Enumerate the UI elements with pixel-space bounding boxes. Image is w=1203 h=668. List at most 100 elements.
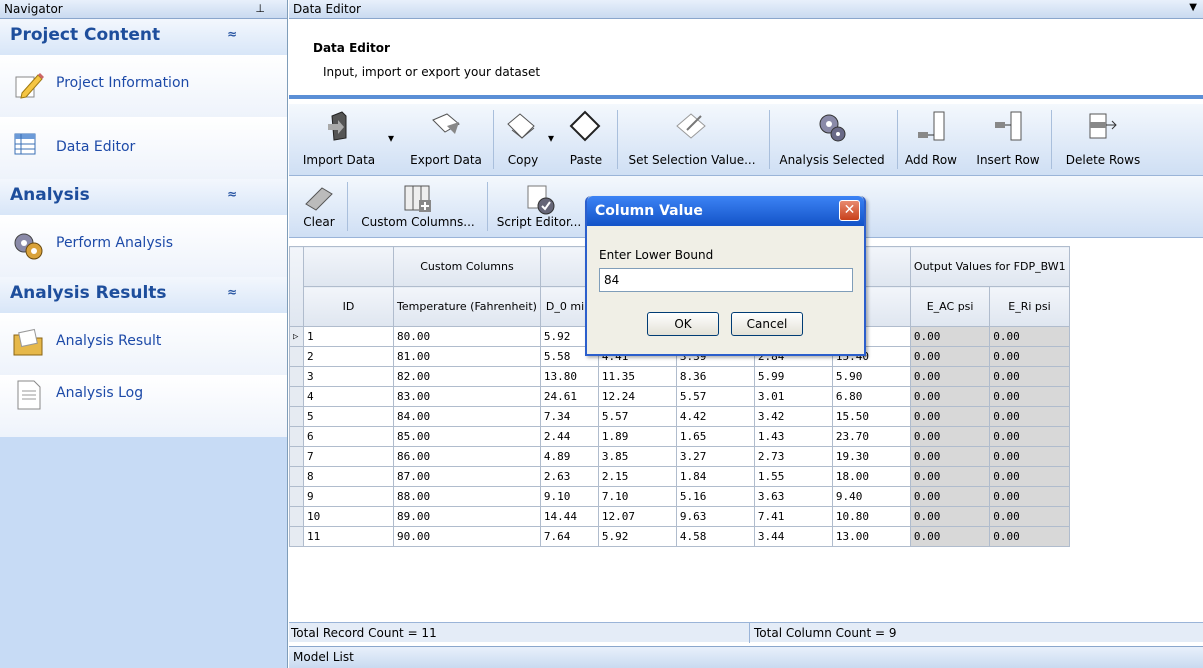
- table-cell[interactable]: 7.64: [539, 526, 599, 547]
- table-cell[interactable]: 1: [303, 326, 394, 347]
- table-cell[interactable]: 80.00: [393, 326, 541, 347]
- copy-button[interactable]: Copy: [497, 104, 549, 175]
- pin-icon[interactable]: ⊥: [255, 2, 265, 15]
- chevron-down-icon[interactable]: ▼: [1189, 2, 1197, 13]
- table-cell[interactable]: 18.00: [831, 466, 911, 487]
- table-cell[interactable]: 90.00: [393, 526, 541, 547]
- nav-item-data-editor[interactable]: Data Editor: [0, 117, 287, 179]
- table-cell[interactable]: 5.92: [597, 526, 677, 547]
- table-cell[interactable]: 0.00: [909, 346, 991, 367]
- row-selector[interactable]: [289, 406, 304, 427]
- table-cell[interactable]: 5.90: [831, 366, 911, 387]
- table-cell[interactable]: 88.00: [393, 486, 541, 507]
- table-row[interactable]: 8 87.00 2.63 2.15 1.84 1.55 18.00 0.00 0.00: [289, 466, 1070, 487]
- table-cell[interactable]: 6.80: [831, 386, 911, 407]
- table-cell[interactable]: 0.00: [909, 426, 991, 447]
- ok-button[interactable]: OK: [647, 312, 719, 336]
- table-cell[interactable]: 3.42: [753, 406, 833, 427]
- grid-column-header[interactable]: Temperature (Fahrenheit): [393, 286, 541, 327]
- table-cell[interactable]: 0.00: [989, 486, 1070, 507]
- table-cell[interactable]: 5.57: [675, 386, 755, 407]
- import-dropdown-arrow[interactable]: ▾: [381, 104, 401, 175]
- lower-bound-input[interactable]: [599, 268, 853, 292]
- table-cell[interactable]: 15.50: [831, 406, 911, 427]
- table-cell[interactable]: 7: [303, 446, 394, 467]
- table-cell[interactable]: 0.00: [909, 406, 991, 427]
- table-cell[interactable]: 19.30: [831, 446, 911, 467]
- table-cell[interactable]: 0.00: [909, 386, 991, 407]
- table-row[interactable]: 10 89.00 14.44 12.07 9.63 7.41 10.80 0.00 0.00: [289, 506, 1070, 527]
- row-selector[interactable]: [289, 346, 304, 367]
- row-selector[interactable]: ▷: [289, 326, 304, 347]
- nav-item-analysis-log[interactable]: Analysis Log: [0, 375, 287, 437]
- table-cell[interactable]: 0.00: [989, 506, 1070, 527]
- table-row[interactable]: 6 85.00 2.44 1.89 1.65 1.43 23.70 0.00 0.00: [289, 426, 1070, 447]
- copy-dropdown-arrow[interactable]: ▾: [543, 104, 559, 175]
- table-cell[interactable]: 2.15: [597, 466, 677, 487]
- table-cell[interactable]: 82.00: [393, 366, 541, 387]
- delete-rows-button[interactable]: Delete Rows: [1055, 104, 1151, 175]
- table-row[interactable]: 7 86.00 4.89 3.85 3.27 2.73 19.30 0.00 0.00: [289, 446, 1070, 467]
- table-cell[interactable]: 1.89: [597, 426, 677, 447]
- table-cell[interactable]: 12.24: [597, 386, 677, 407]
- table-cell[interactable]: 0.00: [909, 326, 991, 347]
- table-cell[interactable]: 86.00: [393, 446, 541, 467]
- table-cell[interactable]: 24.61: [539, 386, 599, 407]
- table-cell[interactable]: 89.00: [393, 506, 541, 527]
- table-cell[interactable]: 6: [303, 426, 394, 447]
- row-selector[interactable]: [289, 366, 304, 387]
- grid-column-header[interactable]: E_AC psi: [909, 286, 991, 327]
- table-cell[interactable]: 5.16: [675, 486, 755, 507]
- table-cell[interactable]: 4: [303, 386, 394, 407]
- nav-group-header-analysis-results[interactable]: Analysis Results ≈: [0, 277, 287, 313]
- import-data-button[interactable]: Import Data: [297, 104, 381, 175]
- table-cell[interactable]: 1.55: [753, 466, 833, 487]
- export-data-button[interactable]: Export Data: [401, 104, 491, 175]
- table-cell[interactable]: 0.00: [989, 346, 1070, 367]
- table-row[interactable]: 11 90.00 7.64 5.92 4.58 3.44 13.00 0.00 0.00: [289, 526, 1070, 547]
- script-editor-button[interactable]: Script Editor...: [493, 176, 585, 237]
- table-cell[interactable]: 9.63: [675, 506, 755, 527]
- analysis-selected-button[interactable]: Analysis Selected: [773, 104, 891, 175]
- table-cell[interactable]: 3.44: [753, 526, 833, 547]
- row-selector[interactable]: [289, 426, 304, 447]
- row-selector[interactable]: [289, 486, 304, 507]
- set-selection-value-button[interactable]: Set Selection Value...: [619, 104, 765, 175]
- table-cell[interactable]: 3.63: [753, 486, 833, 507]
- table-cell[interactable]: 14.44: [539, 506, 599, 527]
- table-cell[interactable]: 5: [303, 406, 394, 427]
- table-cell[interactable]: 0.00: [989, 446, 1070, 467]
- cancel-button[interactable]: Cancel: [731, 312, 803, 336]
- table-cell[interactable]: 0.00: [989, 426, 1070, 447]
- table-cell[interactable]: 85.00: [393, 426, 541, 447]
- table-cell[interactable]: 9.40: [831, 486, 911, 507]
- table-cell[interactable]: 8: [303, 466, 394, 487]
- table-cell[interactable]: 8.36: [675, 366, 755, 387]
- table-cell[interactable]: 13.00: [831, 526, 911, 547]
- table-cell[interactable]: 81.00: [393, 346, 541, 367]
- paste-button[interactable]: Paste: [559, 104, 613, 175]
- table-cell[interactable]: 83.00: [393, 386, 541, 407]
- dialog-title-bar[interactable]: Column Value ✕: [587, 196, 864, 226]
- table-cell[interactable]: 0.00: [989, 526, 1070, 547]
- collapse-chevron-icon[interactable]: ≈: [227, 27, 237, 41]
- table-cell[interactable]: 10.80: [831, 506, 911, 527]
- table-cell[interactable]: 11.35: [597, 366, 677, 387]
- clear-button[interactable]: Clear: [297, 176, 341, 237]
- table-cell[interactable]: 4.58: [675, 526, 755, 547]
- table-cell[interactable]: 12.07: [597, 506, 677, 527]
- custom-columns-button[interactable]: Custom Columns...: [355, 176, 481, 237]
- table-cell[interactable]: 0.00: [909, 366, 991, 387]
- table-row[interactable]: 9 88.00 9.10 7.10 5.16 3.63 9.40 0.00 0.00: [289, 486, 1070, 507]
- table-cell[interactable]: 9: [303, 486, 394, 507]
- table-cell[interactable]: 87.00: [393, 466, 541, 487]
- table-cell[interactable]: 4.89: [539, 446, 599, 467]
- nav-item-analysis-result[interactable]: Analysis Result: [0, 313, 287, 375]
- insert-row-button[interactable]: Insert Row: [971, 104, 1045, 175]
- row-selector[interactable]: [289, 506, 304, 527]
- table-cell[interactable]: 0.00: [989, 326, 1070, 347]
- table-row[interactable]: 3 82.00 13.80 11.35 8.36 5.99 5.90 0.00 0.00: [289, 366, 1070, 387]
- row-selector[interactable]: [289, 466, 304, 487]
- table-cell[interactable]: 3: [303, 366, 394, 387]
- grid-column-header[interactable]: E_Ri psi: [989, 286, 1070, 327]
